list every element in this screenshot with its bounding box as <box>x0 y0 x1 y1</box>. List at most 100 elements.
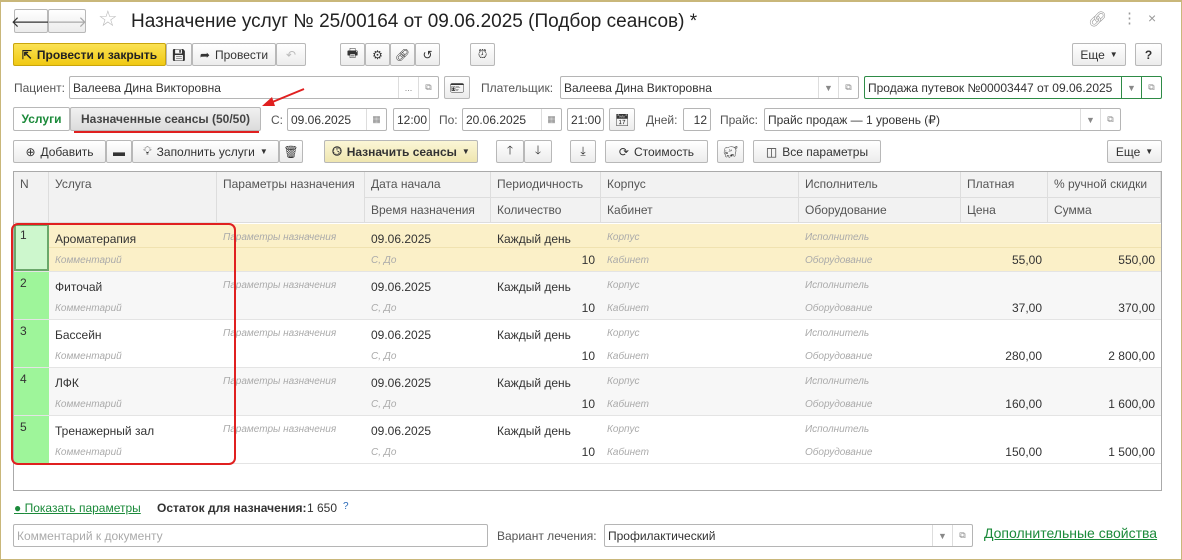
to-date-field[interactable]: 20.06.2025 ▦ <box>462 108 562 131</box>
chevron-down-icon[interactable]: ▼ <box>1121 77 1141 98</box>
col-sum[interactable]: Сумма <box>1048 198 1161 223</box>
extra-properties-link[interactable]: Дополнительные свойства <box>984 525 1157 541</box>
to-time-field[interactable]: 21:00 <box>567 108 604 131</box>
chevron-down-icon[interactable]: ▼ <box>818 77 838 98</box>
tab-services[interactable]: Услуги <box>13 107 70 131</box>
calendar-icon[interactable]: ▦ <box>541 109 561 130</box>
arrow-down-icon: 🡓 <box>534 143 542 157</box>
col-discount[interactable]: % ручной скидки <box>1048 172 1161 198</box>
more-button[interactable]: Еще ▼ <box>1072 43 1126 66</box>
help-button[interactable]: ? <box>1135 43 1162 66</box>
favorite-star-icon[interactable]: ☆ <box>98 6 118 32</box>
tab-assigned-sessions[interactable]: Назначенные сеансы (50/50) <box>70 107 261 131</box>
periodicity: Каждый день <box>497 232 571 246</box>
patient-field[interactable]: Валеева Дина Викторовна ... ⧉ <box>69 76 439 99</box>
chevron-down-icon[interactable]: ▼ <box>1080 109 1100 130</box>
open-icon[interactable]: ⧉ <box>418 77 438 98</box>
patient-card-button[interactable]: 🪪︎ <box>444 76 470 99</box>
link-icon[interactable]: 🔗︎ <box>1088 10 1107 28</box>
periodicity: Каждый день <box>497 376 571 390</box>
open-icon[interactable]: ⧉ <box>1100 109 1120 130</box>
history-button[interactable]: ↺ <box>415 43 440 66</box>
group-button[interactable]: ▬ <box>106 140 132 163</box>
piggy-bank-icon: 🐖︎ <box>722 144 739 159</box>
document-comment-input[interactable]: Комментарий к документу <box>13 524 488 547</box>
help-hint[interactable]: ? <box>343 501 349 512</box>
open-icon[interactable]: ⧉ <box>952 525 972 546</box>
col-params[interactable]: Параметры назначения <box>217 172 365 223</box>
params-placeholder: Параметры назначения <box>223 376 337 387</box>
periodicity: Каждый день <box>497 328 571 342</box>
col-qty[interactable]: Количество <box>491 198 601 223</box>
chevron-down-icon[interactable]: ▼ <box>932 525 952 546</box>
col-service[interactable]: Услуга <box>49 172 217 223</box>
col-room[interactable]: Кабинет <box>601 198 799 223</box>
open-icon[interactable]: ⧉ <box>838 77 858 98</box>
col-time[interactable]: Время назначения <box>365 198 491 223</box>
start-date: 09.06.2025 <box>371 280 432 294</box>
add-button[interactable]: ⊕ Добавить <box>13 140 106 163</box>
quantity: 10 <box>581 301 595 315</box>
col-n[interactable]: N <box>14 172 49 223</box>
sum: 2 800,00 <box>1108 349 1155 363</box>
executor-placeholder: Исполнитель <box>805 424 870 435</box>
post-button[interactable]: ➦ Провести <box>192 43 276 66</box>
link-button[interactable]: 🔗︎ <box>390 43 415 66</box>
days-field[interactable]: 12 <box>683 108 711 131</box>
col-price[interactable]: Цена <box>961 198 1048 223</box>
chevron-down-icon: ▼ <box>1145 147 1154 156</box>
col-paid[interactable]: Платная <box>961 172 1048 198</box>
executor-placeholder: Исполнитель <box>805 328 870 339</box>
print-button[interactable]: 🖶 <box>340 43 365 66</box>
export-button[interactable]: ⤓ <box>570 140 596 163</box>
col-executor[interactable]: Исполнитель <box>799 172 961 198</box>
open-icon[interactable]: ⧉ <box>1141 77 1161 98</box>
sum: 370,00 <box>1118 301 1155 315</box>
sum: 1 500,00 <box>1108 445 1155 459</box>
all-parameters-button[interactable]: ◫ Все параметры <box>753 140 881 163</box>
cost-button[interactable]: ⟳ Стоимость <box>605 140 708 163</box>
assign-sessions-button[interactable]: 🕓︎ Назначить сеансы ▼ <box>324 140 478 163</box>
post-and-close-button[interactable]: ⇱ Провести и закрыть <box>13 43 166 66</box>
payer-field[interactable]: Валеева Дина Викторовна ▼ ⧉ <box>560 76 859 99</box>
fill-services-button[interactable]: 💡︎ Заполнить услуги ▼ <box>132 140 279 163</box>
executor-placeholder: Исполнитель <box>805 280 870 291</box>
equipment-placeholder: Оборудование <box>805 399 873 410</box>
show-params-link[interactable]: ● Показать параметры <box>14 501 141 515</box>
col-date[interactable]: Дата начала <box>365 172 491 198</box>
save-button[interactable]: 💾︎ <box>166 43 192 66</box>
treatment-variant-field[interactable]: Профилактический ▼ ⧉ <box>604 524 973 547</box>
lightbulb-icon: 💡︎ <box>143 144 152 158</box>
settings-button[interactable]: ⚙ <box>365 43 390 66</box>
close-icon[interactable]: × <box>1148 10 1156 26</box>
move-down-button[interactable]: 🡓 <box>524 140 552 163</box>
select-button[interactable]: ... <box>398 77 418 98</box>
col-equipment[interactable]: Оборудование <box>799 198 961 223</box>
from-time-field[interactable]: 12:00 <box>393 108 430 131</box>
export-icon: ⤓ <box>580 144 586 158</box>
history-icon: ↺ <box>422 47 433 62</box>
period-button[interactable]: 📅︎ <box>609 108 635 131</box>
link-icon: 🔗︎ <box>394 47 411 62</box>
sale-document-field[interactable]: Продажа путевок №00003447 от 09.06.2025 … <box>864 76 1162 99</box>
from-date-field[interactable]: 09.06.2025 ▦ <box>287 108 387 131</box>
params-placeholder: Параметры назначения <box>223 424 337 435</box>
params-placeholder: Параметры назначения <box>223 280 337 291</box>
undo-post-button[interactable]: ↶ <box>276 43 306 66</box>
col-period[interactable]: Периодичность <box>491 172 601 198</box>
delete-button[interactable]: 🗑︎ <box>279 140 303 163</box>
time-placeholder: С, До <box>371 303 397 314</box>
back-button[interactable]: 🡐 <box>11 9 51 33</box>
price-list-field[interactable]: Прайс продаж — 1 уровень (₽) ▼ ⧉ <box>764 108 1121 131</box>
piggy-bank-button[interactable]: 🐖︎ <box>717 140 744 163</box>
reminder-button[interactable]: ⏰︎ <box>470 43 495 66</box>
col-building[interactable]: Корпус <box>601 172 799 198</box>
forward-button[interactable]: 🡒 <box>47 9 87 33</box>
columns-icon: ◫ <box>765 144 778 159</box>
equipment-placeholder: Оборудование <box>805 255 873 266</box>
table-more-button[interactable]: Еще ▼ <box>1107 140 1162 163</box>
calendar-icon[interactable]: ▦ <box>366 109 386 130</box>
price: 55,00 <box>1011 253 1042 267</box>
move-up-button[interactable]: 🡑 <box>496 140 524 163</box>
more-menu-icon[interactable]: ⋮ <box>1122 9 1137 27</box>
